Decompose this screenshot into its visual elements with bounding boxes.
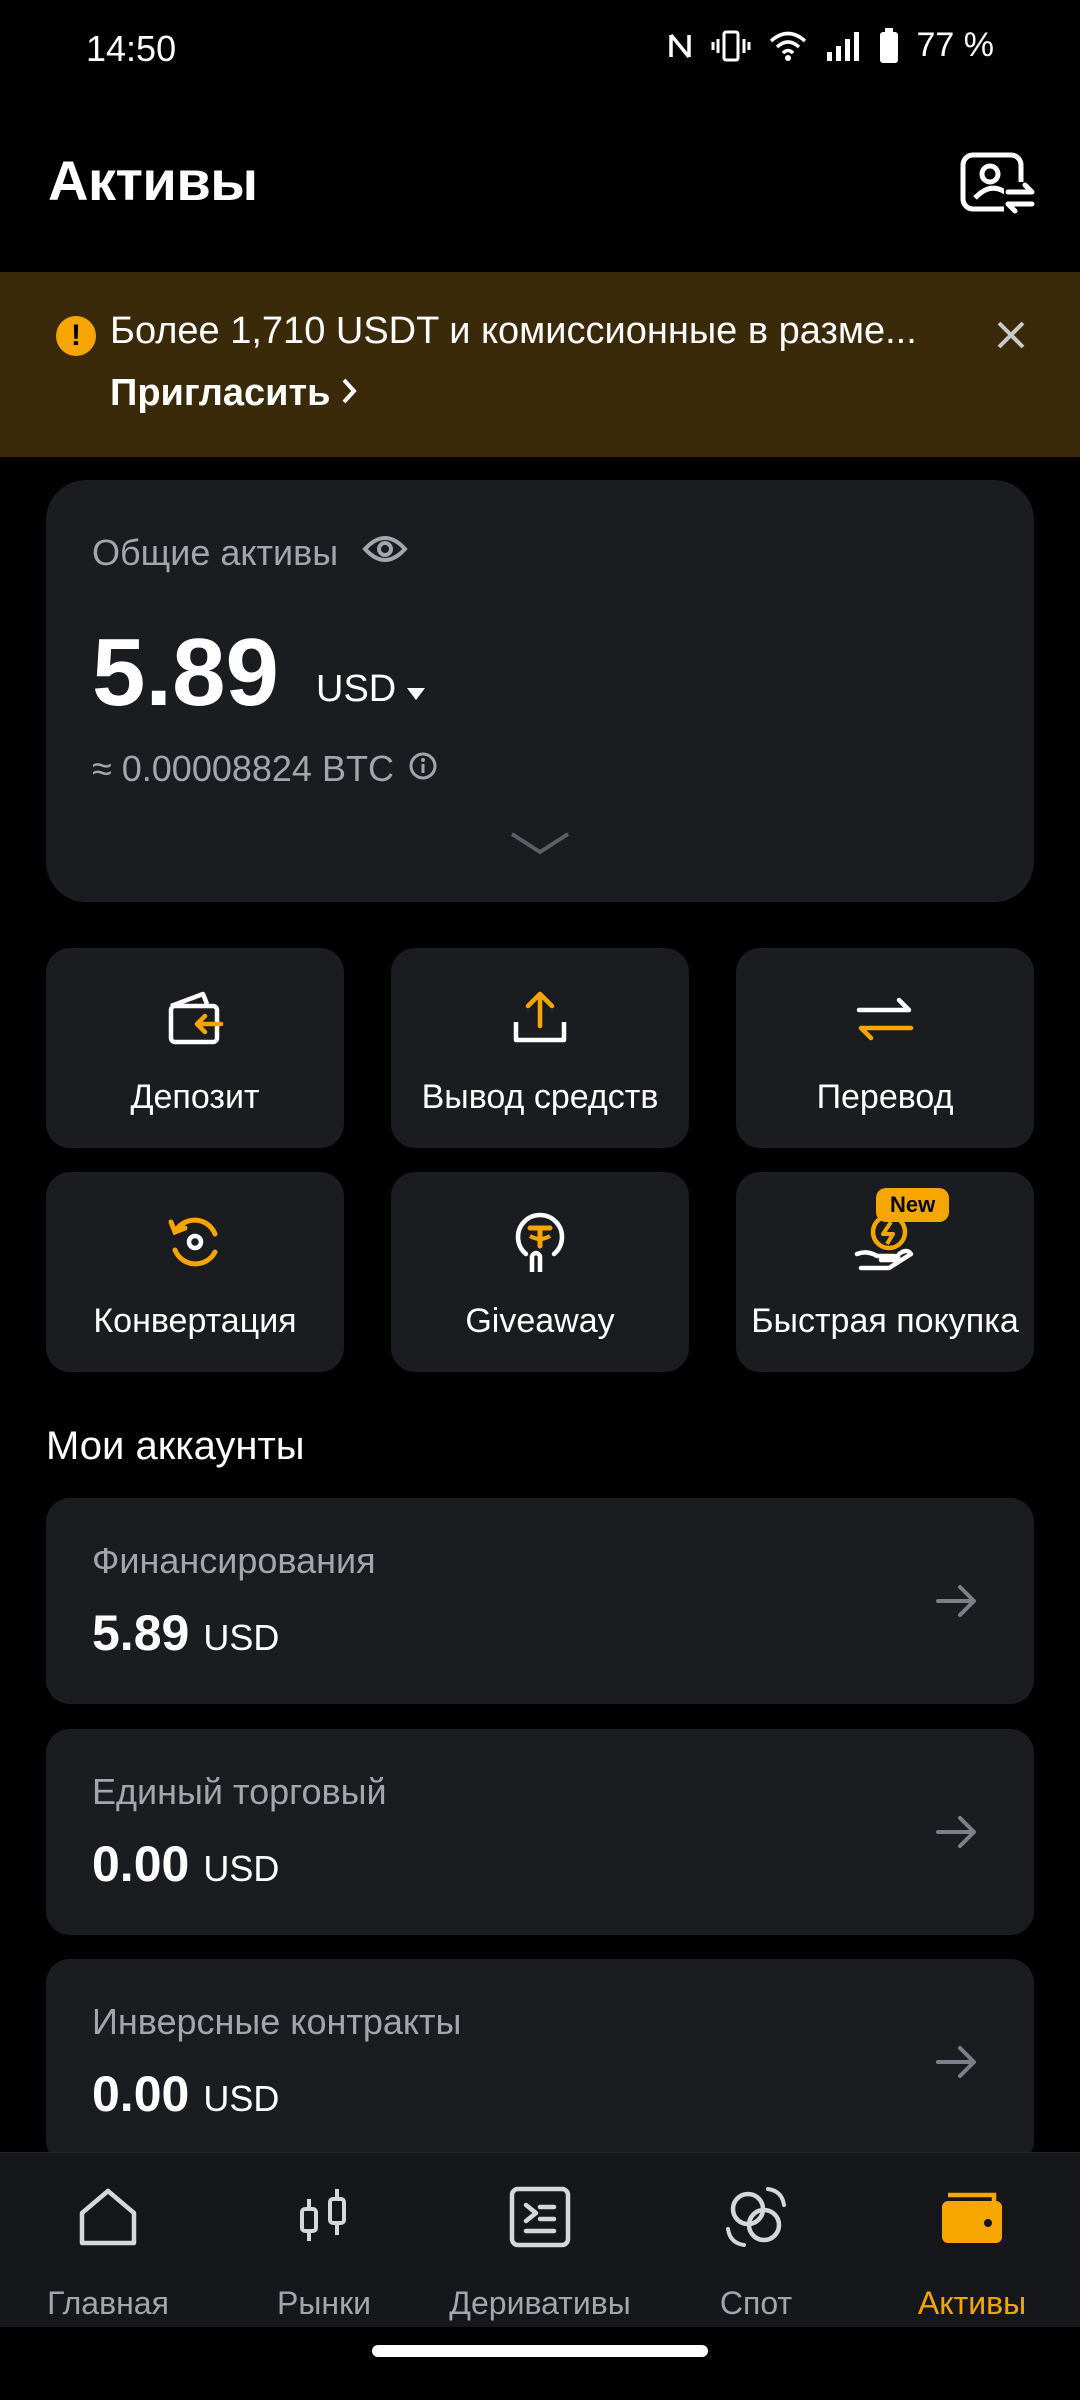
account-balance: 0.00 USD bbox=[92, 1835, 279, 1893]
banner-text: Более 1,710 USDT и комиссионные в разме.… bbox=[110, 310, 917, 352]
deposit-button[interactable]: Депозит bbox=[46, 948, 344, 1148]
spot-icon bbox=[724, 2185, 788, 2249]
arrow-right-icon bbox=[934, 1809, 980, 1855]
new-badge: New bbox=[876, 1188, 950, 1222]
convert-icon bbox=[163, 1210, 227, 1274]
nav-markets[interactable]: Рынки bbox=[216, 2153, 432, 2328]
nav-label: Спот bbox=[719, 2285, 793, 2321]
withdraw-label: Вывод средств bbox=[421, 1078, 659, 1116]
expand-chevron-icon[interactable] bbox=[508, 828, 572, 858]
invite-link-label: Пригласить bbox=[110, 372, 331, 414]
account-currency: USD bbox=[203, 1617, 280, 1658]
quick-buy-button[interactable]: New Быстрая покупка bbox=[736, 1172, 1034, 1372]
nav-label: Рынки bbox=[277, 2285, 371, 2321]
account-switch-icon[interactable] bbox=[960, 152, 1036, 216]
deposit-label: Депозит bbox=[130, 1078, 260, 1116]
account-name: Инверсные контракты bbox=[92, 2001, 462, 2042]
referral-banner bbox=[0, 272, 1080, 457]
convert-button[interactable]: Конвертация bbox=[46, 1172, 344, 1372]
account-name: Единый торговый bbox=[92, 1771, 387, 1812]
withdraw-icon bbox=[508, 986, 572, 1050]
total-assets-value: 5.89 bbox=[92, 619, 279, 726]
quick-buy-label: Быстрая покупка bbox=[751, 1302, 1019, 1340]
account-card-funding[interactable]: Финансирования 5.89 USD bbox=[46, 1498, 1034, 1704]
nav-spot[interactable]: Спот bbox=[648, 2153, 864, 2328]
deposit-icon bbox=[163, 986, 227, 1050]
account-amount: 0.00 bbox=[92, 1836, 190, 1892]
nav-assets[interactable]: Активы bbox=[864, 2153, 1080, 2328]
nfc-icon bbox=[667, 29, 693, 63]
markets-icon bbox=[292, 2185, 356, 2249]
account-name: Финансирования bbox=[92, 1540, 376, 1581]
page-title: Активы bbox=[48, 149, 258, 212]
status-time: 14:50 bbox=[86, 28, 177, 69]
account-balance: 0.00 USD bbox=[92, 2065, 279, 2123]
info-icon[interactable] bbox=[408, 748, 438, 790]
my-accounts-title: Мои аккаунты bbox=[46, 1424, 305, 1468]
home-icon bbox=[76, 2185, 140, 2249]
caret-down-icon bbox=[406, 668, 426, 711]
status-icons: 77 % bbox=[667, 26, 995, 65]
eye-icon[interactable] bbox=[362, 532, 408, 574]
btc-equivalent: ≈ 0.00008824 BTC bbox=[92, 748, 394, 789]
signal-icon bbox=[825, 30, 861, 62]
account-currency: USD bbox=[203, 1848, 280, 1889]
total-assets-label-row: Общие активы bbox=[92, 532, 408, 574]
transfer-icon bbox=[853, 986, 917, 1050]
derivatives-icon bbox=[508, 2185, 572, 2249]
vibrate-icon bbox=[711, 29, 751, 63]
wifi-icon bbox=[769, 30, 807, 62]
transfer-button[interactable]: Перевод bbox=[736, 948, 1034, 1148]
home-indicator[interactable] bbox=[372, 2345, 708, 2357]
currency-selector[interactable]: USD bbox=[316, 668, 426, 711]
account-card-unified-trading[interactable]: Единый торговый 0.00 USD bbox=[46, 1729, 1034, 1935]
convert-label: Конвертация bbox=[93, 1302, 297, 1340]
account-currency: USD bbox=[203, 2078, 280, 2119]
nav-label: Деривативы bbox=[449, 2285, 631, 2321]
account-amount: 5.89 bbox=[92, 1605, 190, 1661]
currency-label: USD bbox=[316, 668, 397, 710]
btc-equivalent-row: ≈ 0.00008824 BTC bbox=[92, 748, 438, 790]
withdraw-button[interactable]: Вывод средств bbox=[391, 948, 689, 1148]
wallet-icon bbox=[940, 2185, 1004, 2249]
total-assets-card: Общие активы 5.89 USD ≈ 0.00008824 BTC bbox=[46, 480, 1034, 902]
giveaway-button[interactable]: Giveaway bbox=[391, 1172, 689, 1372]
transfer-label: Перевод bbox=[816, 1078, 954, 1116]
account-card-inverse-contracts[interactable]: Инверсные контракты 0.00 USD bbox=[46, 1959, 1034, 2165]
giveaway-icon bbox=[508, 1210, 572, 1274]
nav-derivatives[interactable]: Деривативы bbox=[432, 2153, 648, 2328]
bottom-nav: Главная Рынки Деривативы Спот Активы bbox=[0, 2152, 1080, 2327]
nav-label: Главная bbox=[47, 2285, 169, 2321]
nav-home[interactable]: Главная bbox=[0, 2153, 216, 2328]
close-icon[interactable] bbox=[994, 318, 1028, 352]
battery-percent: 77 % bbox=[916, 26, 995, 64]
account-amount: 0.00 bbox=[92, 2066, 190, 2122]
arrow-right-icon bbox=[934, 1578, 980, 1624]
status-bar: 14:50 77 % bbox=[0, 0, 1080, 100]
warning-icon: ! bbox=[56, 316, 96, 356]
battery-icon bbox=[879, 27, 899, 64]
total-assets-label: Общие активы bbox=[92, 532, 339, 573]
arrow-right-icon bbox=[934, 2039, 980, 2085]
chevron-right-icon bbox=[341, 372, 357, 415]
giveaway-label: Giveaway bbox=[465, 1302, 615, 1340]
nav-label: Активы bbox=[917, 2285, 1027, 2321]
invite-link[interactable]: Пригласить bbox=[110, 372, 357, 415]
account-balance: 5.89 USD bbox=[92, 1604, 279, 1662]
